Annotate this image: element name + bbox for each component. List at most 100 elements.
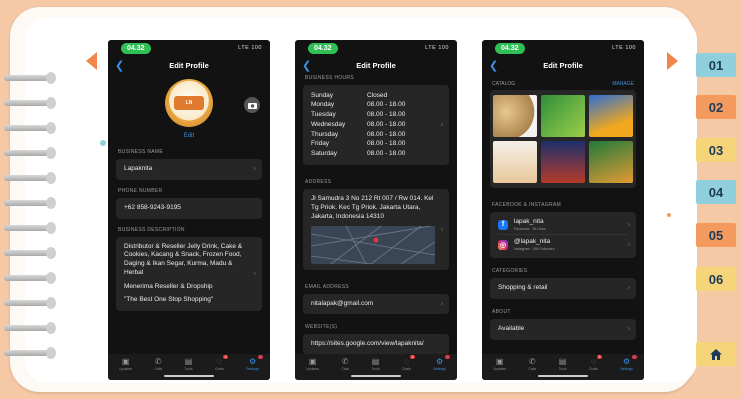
chevron-right-icon: › [253,165,256,173]
tools-icon: ▤ [184,357,193,366]
tab-label: Chats [588,367,598,371]
home-indicator [538,375,588,377]
notification-badge: 1 [257,355,263,359]
tab-label: Settings [246,367,259,371]
hours-table: Sunday Closed Monday 08.00 - 18.00 Tuesday 08… [311,91,405,159]
tab-01[interactable]: 01 [696,53,736,77]
catalog-label: CATALOG [492,81,516,87]
home-button[interactable] [696,342,736,366]
notification-badge: 3 [410,355,415,359]
tab-chats[interactable]: ◌ 3 Chats [588,355,602,371]
facebook-row[interactable]: f lapak_nita Facebook · 36 Likes › [498,215,630,236]
catalog-item[interactable] [541,95,585,137]
edit-photo-link[interactable]: Edit [108,133,270,139]
status-bar: 04.32 LTE 100 [295,40,457,57]
manage-link[interactable]: MANAGE [612,81,634,87]
tab-label: Tools [184,367,193,371]
tab-06[interactable]: 06 [696,267,736,291]
phone-number-label: PHONE NUMBER [118,187,163,194]
binder-ring [4,247,56,259]
social-label: FACEBOOK & INSTAGRAM [492,202,561,208]
tab-calls[interactable]: ✆ Calls [154,357,162,371]
instagram-row[interactable]: ◎ @lapak_nita Instagram · 186 Followers › [498,235,630,254]
facebook-icon: f [498,219,508,230]
tab-04[interactable]: 04 [696,180,736,204]
back-icon[interactable]: ❮ [115,57,124,75]
social-accounts: f lapak_nita Facebook · 36 Likes › ◎ @lap… [490,212,636,258]
address-field[interactable]: Jl Samudra 3 No 212 Rt 007 / Rw 014. Kel… [303,189,449,270]
next-arrow[interactable] [667,52,678,70]
tab-calls[interactable]: ✆ Calls [341,357,349,371]
tab-02[interactable]: 02 [696,95,736,119]
map-streets [311,225,435,264]
address-label: ADDRESS [305,179,332,186]
back-icon[interactable]: ❮ [302,57,311,75]
catalog-item[interactable] [541,141,585,183]
hours-day: Tuesday [311,111,336,119]
tab-settings[interactable]: ⚙ 1 Settings [433,355,450,371]
tab-updates[interactable]: ▣ Updates [306,357,319,371]
tab-03[interactable]: 03 [696,138,736,162]
tab-settings[interactable]: ⚙ 1 Settings [246,355,263,371]
phone-number-field[interactable]: +62 858-9243-9195 [116,197,262,219]
phone-icon: ✆ [341,357,349,366]
status-signal: LTE 100 [425,45,449,51]
camera-button[interactable] [244,97,260,113]
catalog-item[interactable] [493,141,537,183]
tab-chats[interactable]: ◌ 3 Chats [402,355,415,371]
address-value: Jl Samudra 3 No 212 Rt 007 / Rw 014. Kel… [311,195,434,220]
hours-time: Closed [367,91,388,99]
hours-day: Monday [311,101,335,109]
map-preview[interactable] [311,225,435,264]
chevron-right-icon: › [440,121,443,129]
description-field[interactable]: Distributor & Reseller Jelly Drink, Cake… [116,236,262,312]
home-indicator [351,375,401,377]
tab-updates[interactable]: ▣ Updates [493,357,506,371]
tab-settings[interactable]: ⚙ 1 Settings [620,355,637,371]
catalog-item[interactable] [493,95,537,137]
business-hours-field[interactable]: Sunday Closed Monday 08.00 - 18.00 Tuesday 08… [303,85,449,166]
camera-icon [247,102,257,109]
back-icon[interactable]: ❮ [489,57,498,75]
description-line: Distributor & Reseller Jelly Drink, Cake… [124,242,243,276]
tab-label: Tools [371,367,380,371]
website-field[interactable]: https://sites.google.com/view/lapaknita/ [303,334,449,356]
tab-label: Tools [558,367,567,371]
tab-calls[interactable]: ✆ Calls [528,357,536,371]
about-field[interactable]: Available › [490,318,636,340]
avatar[interactable]: LN [165,79,213,127]
hours-day: Sunday [311,91,334,99]
chevron-right-icon: › [440,225,443,233]
catalog-item[interactable] [589,95,633,137]
email-label: EMAIL ADDRESS [305,283,350,290]
tab-tools[interactable]: ▤ Tools [184,357,192,371]
tab-updates[interactable]: ▣ Updates [119,357,132,371]
phone-screen-catalog: 04.32 LTE 100 ❮ Edit Profile CATALOG MAN… [482,40,644,380]
logo-image: LN [174,96,204,110]
notification-badge: 3 [223,355,228,359]
email-value: nitalapak@gmail.com [311,299,374,307]
email-field[interactable]: nitalapak@gmail.com › [303,293,449,315]
business-name-field[interactable]: Lapaknita › [116,159,262,180]
phone-icon: ✆ [154,357,162,366]
decor-dot [667,213,671,217]
hours-time: 08.00 - 18.00 [367,140,406,148]
category-field[interactable]: Shopping & retail › [490,277,636,299]
status-time: 04.32 [495,43,525,54]
gear-icon: ⚙ [622,357,631,366]
updates-icon: ▣ [308,357,317,366]
previous-arrow[interactable] [86,52,97,70]
nav-bar: ❮ Edit Profile [108,57,270,75]
notification-badge: 1 [444,355,450,359]
status-bar: 04.32 LTE 100 [482,40,644,57]
chevron-right-icon: › [440,300,443,308]
catalog-item[interactable] [589,141,633,183]
facebook-name: lapak_nita [514,218,544,225]
catalog-header: CATALOG MANAGE [492,81,634,87]
binder-ring [4,297,56,309]
tab-chats[interactable]: ◌ 3 Chats [215,355,228,371]
tab-tools[interactable]: ▤ Tools [558,357,566,371]
tab-05[interactable]: 05 [696,223,736,247]
about-value: Available [498,324,525,332]
tab-tools[interactable]: ▤ Tools [371,357,379,371]
